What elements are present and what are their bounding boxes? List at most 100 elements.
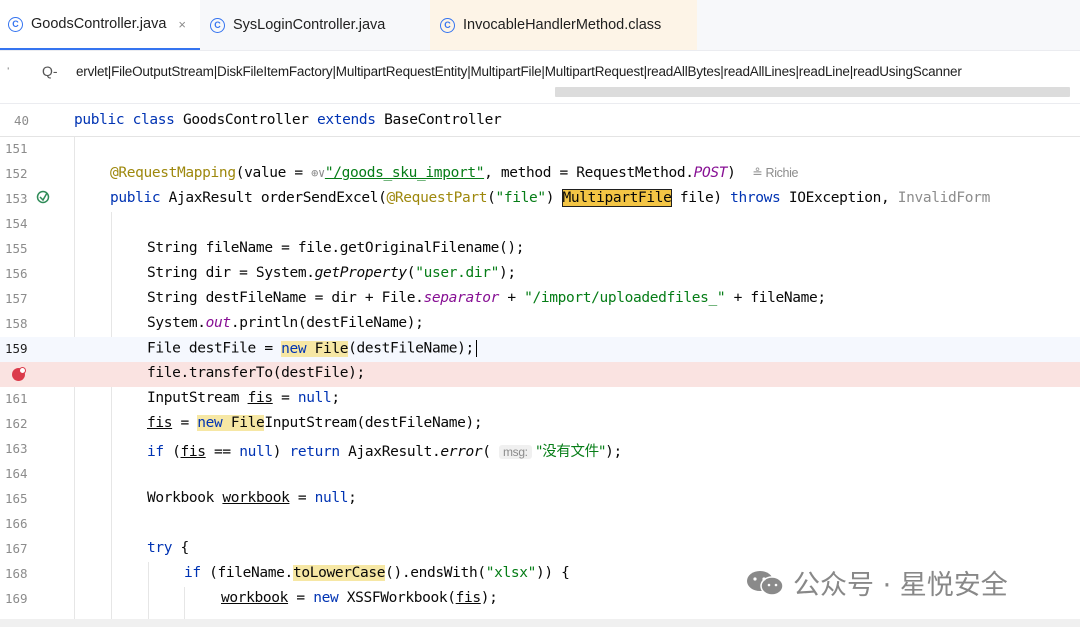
- code-token: file): [671, 190, 731, 206]
- code-line[interactable]: 158 System.out.println(destFileName);: [0, 312, 1080, 337]
- code-token: fis: [147, 415, 173, 431]
- code-token: GoodsController: [182, 112, 318, 128]
- search-match: File: [314, 340, 349, 357]
- horizontal-scrollbar[interactable]: [0, 619, 1080, 627]
- text-caret: [475, 340, 477, 357]
- line-number: 155: [5, 241, 28, 256]
- globe-icon[interactable]: ⊕∨: [311, 166, 325, 180]
- code-text: try {: [147, 540, 189, 556]
- code-token: fis: [247, 390, 273, 406]
- code-token: ): [545, 190, 563, 206]
- code-line-breakpoint[interactable]: file.transferTo(destFile);: [0, 362, 1080, 387]
- search-icon[interactable]: Q-: [42, 63, 58, 79]
- code-line[interactable]: 154: [0, 212, 1080, 237]
- code-token: File destFile =: [147, 340, 282, 357]
- line-number: 162: [5, 416, 28, 431]
- breakpoint-icon[interactable]: [12, 367, 26, 381]
- code-line[interactable]: 164: [0, 462, 1080, 487]
- line-number: 154: [5, 216, 28, 231]
- code-token: InputStream: [147, 390, 248, 406]
- search-match: MultipartFile: [561, 189, 673, 207]
- line-number: 166: [5, 516, 28, 531]
- parameter-hint: msg:: [499, 445, 532, 459]
- code-token: System.: [147, 315, 206, 331]
- code-token: throws: [730, 190, 789, 206]
- code-line[interactable]: 152 @RequestMapping(value = ⊕∨"/goods_sk…: [0, 162, 1080, 187]
- code-token: separator: [423, 290, 500, 306]
- code-line[interactable]: 153 public AjaxResult orderSendExcel(@Re…: [0, 187, 1080, 212]
- code-text: String destFileName = dir + File.separat…: [147, 290, 826, 306]
- watermark: 公众号 · 星悦安全: [745, 563, 1008, 602]
- code-token: .println(destFileName);: [230, 315, 424, 331]
- code-token: ): [272, 444, 290, 460]
- code-text: InputStream fis = null;: [147, 390, 340, 406]
- code-token: new: [313, 590, 347, 606]
- search-match: File: [230, 415, 265, 431]
- code-token: POST: [693, 165, 728, 181]
- code-token: "/goods_sku_import": [324, 165, 485, 181]
- code-line[interactable]: 167 try {: [0, 537, 1080, 562]
- line-number: 165: [5, 491, 28, 506]
- line-number: 163: [5, 441, 28, 456]
- endpoint-icon[interactable]: [36, 190, 50, 204]
- code-text: @RequestMapping(value = ⊕∨"/goods_sku_im…: [110, 165, 799, 181]
- code-token: (destFileName);: [348, 340, 474, 357]
- tab-sysloginController[interactable]: C SysLoginController.java: [210, 0, 405, 50]
- tab-goodscontroller[interactable]: C GoodsController.java ×: [0, 0, 201, 50]
- code-token: extends: [317, 112, 385, 128]
- line-number: 164: [5, 466, 28, 481]
- code-text: String dir = System.getProperty("user.di…: [147, 265, 516, 281]
- code-line[interactable]: 165 Workbook workbook = null;: [0, 487, 1080, 512]
- code-token: +: [498, 290, 525, 306]
- line-number: 152: [5, 166, 28, 181]
- code-line[interactable]: 162 fis = new FileInputStream(destFileNa…: [0, 412, 1080, 437]
- code-token: if: [184, 565, 210, 581]
- code-editor[interactable]: 151 152 @RequestMapping(value = ⊕∨"/good…: [0, 137, 1080, 627]
- code-token: );: [480, 590, 498, 606]
- code-line-current[interactable]: 159 File destFile = new File(destFileNam…: [0, 337, 1080, 362]
- code-token: out: [205, 315, 231, 331]
- code-token: @RequestPart: [386, 190, 488, 206]
- code-line[interactable]: public class GoodsController extends Bas…: [74, 112, 502, 128]
- code-token: (value =: [235, 165, 312, 181]
- code-token: "xlsx": [485, 565, 537, 581]
- code-token: null: [239, 444, 273, 460]
- class-icon: C: [210, 17, 225, 33]
- code-line[interactable]: 155 String fileName = file.getOriginalFi…: [0, 237, 1080, 262]
- code-line[interactable]: 161 InputStream fis = null;: [0, 387, 1080, 412]
- code-token: ==: [205, 444, 240, 460]
- code-token: return: [289, 444, 349, 460]
- code-token: getProperty: [314, 265, 408, 281]
- tab-label: GoodsController.java: [31, 16, 167, 32]
- author-hint[interactable]: ≗ Richie: [752, 166, 798, 180]
- wechat-icon: [747, 570, 784, 596]
- code-token: InputStream(destFileName);: [264, 415, 483, 431]
- code-token: String dir = System.: [147, 265, 315, 281]
- code-token: =: [172, 415, 198, 431]
- code-token: XSSFWorkbook(: [346, 590, 456, 606]
- code-text: fis = new FileInputStream(destFileName);: [147, 415, 483, 431]
- code-token: )) {: [535, 565, 570, 581]
- sticky-class-header: 40 public class GoodsController extends …: [0, 104, 1080, 137]
- line-number: 156: [5, 266, 28, 281]
- code-token: try: [147, 540, 181, 556]
- code-token: =: [288, 590, 314, 606]
- code-line[interactable]: 151: [0, 137, 1080, 162]
- code-line[interactable]: 163 if (fis == null) return AjaxResult.e…: [0, 437, 1080, 462]
- class-icon: C: [440, 17, 455, 33]
- tab-invocablehandlermethod[interactable]: C InvocableHandlerMethod.class: [430, 0, 698, 50]
- code-token: , method = RequestMethod.: [484, 165, 694, 181]
- search-scrollbar[interactable]: [555, 87, 1070, 97]
- close-icon[interactable]: ×: [178, 17, 186, 32]
- line-number: 161: [5, 391, 28, 406]
- line-number: 167: [5, 541, 28, 556]
- code-token: "没有文件": [531, 444, 606, 460]
- code-line[interactable]: 156 String dir = System.getProperty("use…: [0, 262, 1080, 287]
- code-token: fis: [455, 590, 481, 606]
- code-text: public AjaxResult orderSendExcel(@Reques…: [110, 189, 990, 207]
- code-token: "file": [495, 190, 547, 206]
- code-line[interactable]: 166: [0, 512, 1080, 537]
- search-input[interactable]: ervlet|FileOutputStream|DiskFileItemFact…: [76, 64, 962, 79]
- code-line[interactable]: 157 String destFileName = dir + File.sep…: [0, 287, 1080, 312]
- code-token: (fileName.: [209, 565, 293, 581]
